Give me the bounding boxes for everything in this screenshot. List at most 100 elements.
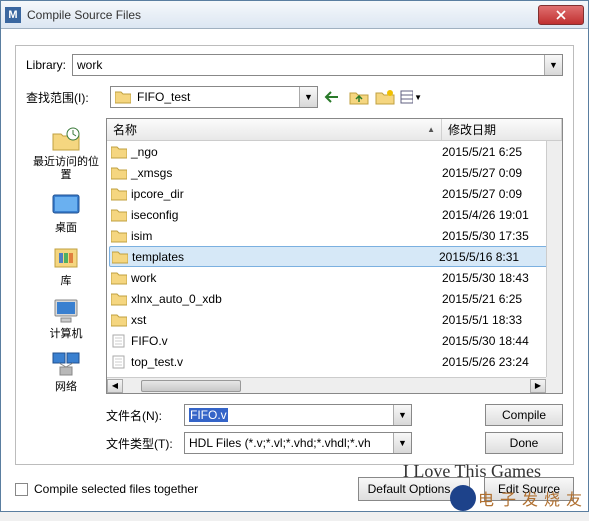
lookin-value: FIFO_test	[133, 90, 299, 104]
body-row: 最近访问的位 置 桌面 库 计算机	[26, 118, 563, 454]
column-date-header[interactable]: 修改日期	[442, 119, 562, 140]
file-name: FIFO.v	[131, 334, 442, 348]
column-date-label: 修改日期	[448, 121, 496, 138]
vertical-scrollbar[interactable]	[546, 141, 562, 377]
window-title: Compile Source Files	[27, 8, 538, 22]
chevron-down-icon: ▼	[414, 93, 422, 102]
file-date: 2015/5/1 18:33	[442, 313, 562, 327]
chevron-down-icon: ▼	[299, 87, 317, 107]
file-name: top_test.v	[131, 355, 442, 369]
computer-icon	[48, 294, 84, 328]
back-icon	[324, 90, 342, 104]
compile-together-label: Compile selected files together	[34, 482, 198, 496]
file-name: _xmsgs	[131, 166, 442, 180]
scroll-corner	[546, 377, 562, 393]
place-desktop-label: 桌面	[55, 222, 77, 235]
content-area: Library: work ▼ 查找范围(I): FIFO_test ▼	[1, 29, 588, 469]
list-rows: _ngo2015/5/21 6:25_xmsgs2015/5/27 0:09ip…	[107, 141, 562, 372]
folder-up-icon	[349, 89, 369, 105]
file-date: 2015/5/16 8:31	[439, 250, 559, 264]
file-name: templates	[132, 250, 439, 264]
file-row[interactable]: _ngo2015/5/21 6:25	[107, 141, 562, 162]
place-desktop[interactable]: 桌面	[48, 186, 84, 237]
file-date: 2015/5/21 6:25	[442, 292, 562, 306]
files-area: 名称 ▲ 修改日期 _ngo2015/5/21 6:25_xmsgs2015/5…	[106, 118, 563, 454]
compile-button[interactable]: Compile	[485, 404, 563, 426]
file-date: 2015/5/21 6:25	[442, 145, 562, 159]
main-frame: Library: work ▼ 查找范围(I): FIFO_test ▼	[15, 45, 574, 465]
place-network[interactable]: 网络	[48, 345, 84, 396]
file-date: 2015/5/30 18:44	[442, 334, 562, 348]
close-button[interactable]	[538, 5, 584, 25]
filetype-label: 文件类型(T):	[106, 435, 184, 452]
place-network-label: 网络	[55, 381, 77, 394]
scroll-left-icon[interactable]: ◀	[107, 379, 123, 393]
file-name: xlnx_auto_0_xdb	[131, 292, 442, 306]
close-icon	[556, 10, 566, 20]
file-row[interactable]: isim2015/5/30 17:35	[107, 225, 562, 246]
file-row[interactable]: _xmsgs2015/5/27 0:09	[107, 162, 562, 183]
done-button[interactable]: Done	[485, 432, 563, 454]
folder-icon	[115, 90, 131, 104]
chevron-down-icon: ▼	[544, 55, 562, 75]
place-libraries-label: 库	[61, 275, 72, 288]
filename-input[interactable]: FIFO.v ▼	[184, 404, 412, 426]
chevron-down-icon: ▼	[393, 405, 411, 425]
column-name-header[interactable]: 名称 ▲	[107, 119, 442, 140]
file-row[interactable]: xst2015/5/1 18:33	[107, 309, 562, 330]
file-listbox[interactable]: 名称 ▲ 修改日期 _ngo2015/5/21 6:25_xmsgs2015/5…	[106, 118, 563, 394]
file-row[interactable]: iseconfig2015/4/26 19:01	[107, 204, 562, 225]
filetype-dropdown[interactable]: HDL Files (*.v;*.vl;*.vhd;*.vhdl;*.vh ▼	[184, 432, 412, 454]
file-row[interactable]: FIFO.v2015/5/30 18:44	[107, 330, 562, 351]
network-icon	[48, 347, 84, 381]
file-name: ipcore_dir	[131, 187, 442, 201]
list-header: 名称 ▲ 修改日期	[107, 119, 562, 141]
back-button[interactable]	[322, 87, 344, 107]
place-computer[interactable]: 计算机	[48, 292, 84, 343]
place-recent[interactable]: 最近访问的位 置	[33, 120, 99, 184]
horizontal-scrollbar[interactable]: ◀ ▶	[107, 377, 546, 393]
file-row[interactable]: xlnx_auto_0_xdb2015/5/21 6:25	[107, 288, 562, 309]
file-date: 2015/5/27 0:09	[442, 187, 562, 201]
place-recent-label: 最近访问的位 置	[33, 156, 99, 182]
app-icon: M	[5, 7, 21, 23]
file-name: xst	[131, 313, 442, 327]
filename-row: 文件名(N): FIFO.v ▼ Compile	[106, 404, 563, 426]
file-date: 2015/4/26 19:01	[442, 208, 562, 222]
view-menu-button[interactable]: ▼	[400, 87, 422, 107]
library-value: work	[73, 58, 544, 72]
up-button[interactable]	[348, 87, 370, 107]
bottom-bar: Compile selected files together Default …	[1, 469, 588, 511]
sort-arrow-icon: ▲	[427, 125, 435, 134]
view-icon	[400, 90, 413, 104]
chevron-down-icon: ▼	[393, 433, 411, 453]
file-name: _ngo	[131, 145, 442, 159]
filetype-row: 文件类型(T): HDL Files (*.v;*.vl;*.vhd;*.vhd…	[106, 432, 563, 454]
file-row[interactable]: templates2015/5/16 8:31	[109, 246, 560, 267]
file-name: work	[131, 271, 442, 285]
compile-together-checkbox[interactable]	[15, 483, 28, 496]
file-date: 2015/5/30 18:43	[442, 271, 562, 285]
file-row[interactable]: ipcore_dir2015/5/27 0:09	[107, 183, 562, 204]
file-name: iseconfig	[131, 208, 442, 222]
places-bar: 最近访问的位 置 桌面 库 计算机	[26, 118, 106, 454]
scroll-right-icon[interactable]: ▶	[530, 379, 546, 393]
column-name-label: 名称	[113, 121, 137, 138]
file-row[interactable]: top_test.v2015/5/26 23:24	[107, 351, 562, 372]
library-dropdown[interactable]: work ▼	[72, 54, 563, 76]
titlebar: M Compile Source Files	[1, 1, 588, 29]
lookin-label: 查找范围(I):	[26, 89, 104, 106]
lookin-dropdown[interactable]: FIFO_test ▼	[110, 86, 318, 108]
file-date: 2015/5/26 23:24	[442, 355, 562, 369]
file-date: 2015/5/30 17:35	[442, 229, 562, 243]
file-row[interactable]: work2015/5/30 18:43	[107, 267, 562, 288]
place-computer-label: 计算机	[50, 328, 83, 341]
file-date: 2015/5/27 0:09	[442, 166, 562, 180]
filename-label: 文件名(N):	[106, 407, 184, 424]
library-row: Library: work ▼	[26, 54, 563, 76]
new-folder-button[interactable]	[374, 87, 396, 107]
default-options-button[interactable]: Default Options...	[358, 477, 470, 501]
scroll-thumb[interactable]	[141, 380, 241, 392]
edit-source-button[interactable]: Edit Source	[484, 477, 574, 501]
place-libraries[interactable]: 库	[48, 239, 84, 290]
